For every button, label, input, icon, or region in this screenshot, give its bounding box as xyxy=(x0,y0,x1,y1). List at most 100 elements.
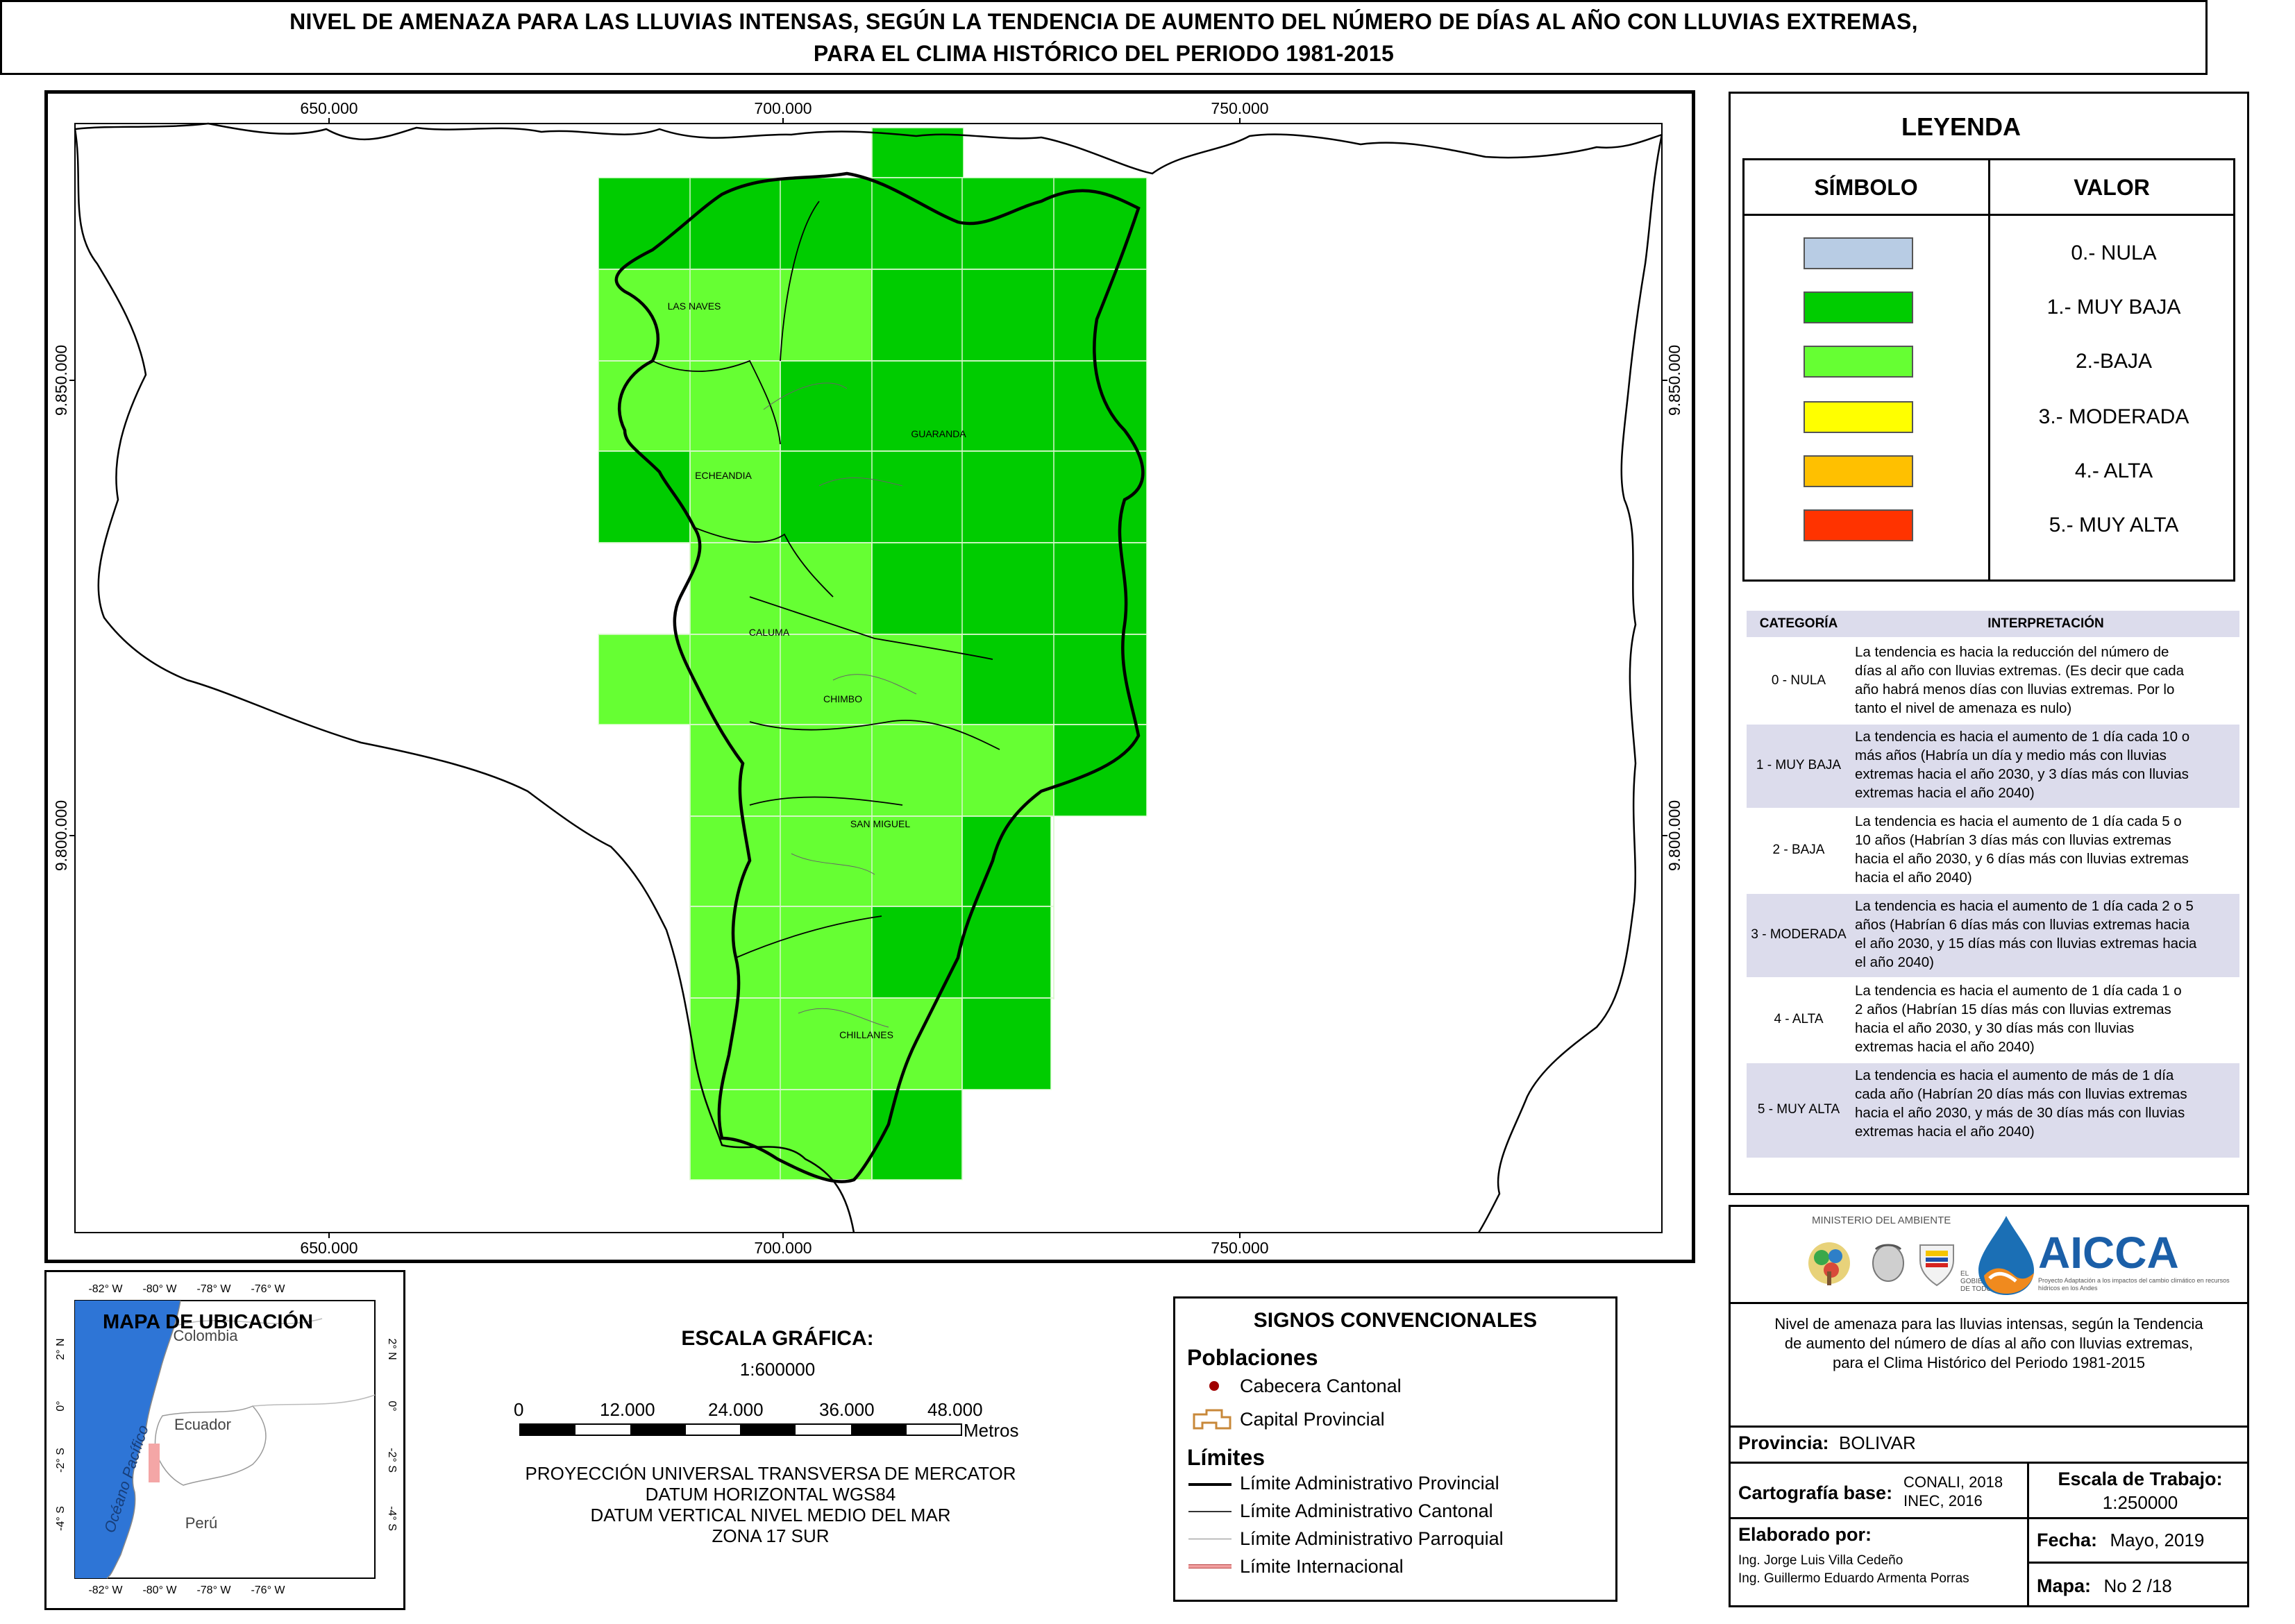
category-row: 3 - MODERADA La tendencia es hacia el au… xyxy=(1747,894,2239,977)
scale-tick: 24.000 xyxy=(708,1399,764,1420)
cartografia-line: CONALI, 2018 xyxy=(1903,1473,2003,1491)
mapa-row: Mapa: No 2 /18 xyxy=(2037,1575,2172,1597)
scale-tick: 48.000 xyxy=(927,1399,983,1420)
signs-capital: Capital Provincial xyxy=(1240,1409,1385,1430)
interpretation-line: La tendencia es hacia el aumento de 1 dí… xyxy=(1855,729,2190,745)
interpretation-line: cada año (Habrían 20 días más con lluvia… xyxy=(1855,1086,2187,1102)
place-label: CHIMBO xyxy=(823,693,862,704)
lat-tick: -2° S xyxy=(55,1448,67,1473)
signs-lim-provincial: Límite Administrativo Provincial xyxy=(1240,1473,1499,1494)
grid-cell-muy-baja xyxy=(961,634,1148,725)
escala-label: Escala de Trabajo: xyxy=(2058,1469,2223,1489)
signs-limites: Límites xyxy=(1187,1445,1266,1470)
interpretation-line: año habrá menos días con lluvias extrema… xyxy=(1855,682,2175,697)
grid-cell-baja xyxy=(689,542,873,635)
category-row: 0 - NULA La tendencia es hacia la reducc… xyxy=(1747,640,2239,723)
lon-tick: -80° W xyxy=(142,1584,177,1596)
interpretation-line: extremas hacia el año 2040) xyxy=(1855,1039,2035,1055)
grid-cell-muy-baja xyxy=(871,1089,963,1181)
provincial-line-icon xyxy=(1188,1483,1231,1486)
elaborado-label: Elaborado por: xyxy=(1738,1524,1872,1545)
description-line: Nivel de amenaza para las lluvias intens… xyxy=(1774,1315,2203,1333)
x-tick-bottom: 700.000 xyxy=(754,1239,812,1257)
interpretation-line: La tendencia es hacia el aumento de 1 dí… xyxy=(1855,898,2194,914)
category-row: 4 - ALTA La tendencia es hacia el aument… xyxy=(1747,979,2239,1062)
scale-bar xyxy=(519,1423,962,1436)
legend-value: 3.- MODERADA xyxy=(2038,405,2189,428)
legend-value: 4.- ALTA xyxy=(2074,459,2153,482)
grid-cell-muy-baja xyxy=(871,906,1052,999)
lon-tick: -76° W xyxy=(251,1584,285,1596)
y-tick-right: 9.800.000 xyxy=(1665,800,1683,871)
interpretation-line: La tendencia es hacia el aumento de 1 dí… xyxy=(1855,983,2182,999)
legend-col-symbol: SÍMBOLO xyxy=(1814,174,1918,200)
place-label: GUARANDA xyxy=(911,428,966,439)
place-label: ECHEANDIA xyxy=(695,470,752,481)
category-name: 2 - BAJA xyxy=(1772,843,1825,857)
y-tick-left: 9.800.000 xyxy=(52,800,70,871)
signs-lim-parroquial: Límite Administrativo Parroquial xyxy=(1240,1528,1504,1549)
projection-block: PROYECCIÓN UNIVERSAL TRANSVERSA DE MERCA… xyxy=(486,1463,1055,1546)
legend-col-divider xyxy=(1988,158,1990,582)
signs-lim-internacional: Límite Internacional xyxy=(1240,1556,1404,1577)
mapa-value: No 2 /18 xyxy=(2103,1575,2172,1596)
elaborado-line: Ing. Jorge Luis Villa Cedeño xyxy=(1738,1553,1903,1568)
lon-tick: -82° W xyxy=(88,1283,123,1295)
category-row: 5 - MUY ALTA La tendencia es hacia el au… xyxy=(1747,1063,2239,1158)
grid-cell-muy-baja xyxy=(871,542,1148,635)
provincia-value: BOLIVAR xyxy=(1839,1432,1916,1453)
interpretation-line: hacia el año 2030, y más de 30 días más … xyxy=(1855,1105,2185,1121)
x-tick-top: 750.000 xyxy=(1211,99,1268,117)
cartografia-label: Cartografía base: xyxy=(1738,1482,1893,1503)
lat-tick: 0° xyxy=(55,1401,67,1411)
projection-line: DATUM VERTICAL NIVEL MEDIO DEL MAR xyxy=(590,1505,951,1525)
lat-tick: 2° N xyxy=(55,1338,67,1360)
interpretation-line: días al año con lluvias extremas. (Es de… xyxy=(1855,663,2185,679)
projection-line: PROYECCIÓN UNIVERSAL TRANSVERSA DE MERCA… xyxy=(525,1463,1016,1484)
fecha-value: Mayo, 2019 xyxy=(2110,1530,2205,1550)
ministry-label: MINISTERIO DEL AMBIENTE xyxy=(1812,1215,1951,1226)
interpretation-line: La tendencia es hacia el aumento de 1 dí… xyxy=(1855,813,2182,829)
y-tick-left: 9.850.000 xyxy=(52,345,70,416)
interpretation-line: extremas hacia el año 2040) xyxy=(1855,1124,2035,1140)
scale-tick: 36.000 xyxy=(819,1399,875,1420)
projection-line: DATUM HORIZONTAL WGS84 xyxy=(645,1484,896,1505)
description-line: para el Clima Histórico del Periodo 1981… xyxy=(1832,1354,2146,1371)
category-name: 4 - ALTA xyxy=(1774,1012,1824,1026)
legend-swatch-moderada xyxy=(1804,401,1913,433)
legend-swatch-alta xyxy=(1804,455,1913,487)
scale-unit: Metros xyxy=(964,1420,1019,1441)
lon-tick: -76° W xyxy=(251,1283,285,1295)
category-row: 1 - MUY BAJA La tendencia es hacia el au… xyxy=(1747,725,2239,808)
legend-title: LEYENDA xyxy=(1901,112,2021,141)
grid-cell-baja xyxy=(689,906,873,999)
international-line-icon xyxy=(1188,1564,1231,1568)
aicca-subtitle: Proyecto Adaptación a los impactos del c… xyxy=(2038,1277,2230,1292)
signs-poblaciones: Poblaciones xyxy=(1187,1345,1318,1370)
interpretation-line: hacia el año 2030, y 6 días más con lluv… xyxy=(1855,851,2189,867)
label-peru: Perú xyxy=(185,1514,217,1532)
place-label: CALUMA xyxy=(749,627,790,638)
aicca-logo-text: AICCA xyxy=(2038,1228,2179,1278)
cartografia-line: INEC, 2016 xyxy=(1903,1492,1983,1509)
grid-cell-muy-baja xyxy=(871,269,1148,362)
grid-cell-baja xyxy=(689,815,963,907)
legend-swatch-muy-baja xyxy=(1804,291,1913,323)
legend-swatch-baja xyxy=(1804,346,1913,378)
x-tick-top: 650.000 xyxy=(300,99,358,117)
location-map: MAPA DE UBICACIÓN Colombia Ecuador Perú … xyxy=(55,1283,398,1596)
legend-swatch-muy-alta xyxy=(1804,509,1913,541)
interpretation-line: años (Habrían 6 días más con lluvias ext… xyxy=(1855,917,2189,933)
signs-title: SIGNOS CONVENCIONALES xyxy=(1253,1309,1538,1332)
lat-tick: -4° S xyxy=(55,1506,67,1531)
legend-value: 2.-BAJA xyxy=(2075,350,2153,373)
signs-cabecera: Cabecera Cantonal xyxy=(1240,1376,1402,1396)
fecha-row: Fecha: Mayo, 2019 xyxy=(2037,1530,2204,1551)
legend-swatch-nula xyxy=(1804,237,1913,269)
lon-tick: -80° W xyxy=(142,1283,177,1295)
escala-value: 1:250000 xyxy=(2102,1492,2178,1513)
label-colombia: Colombia xyxy=(174,1327,239,1344)
interpretation-line: extremas hacia el año 2030, y 3 días más… xyxy=(1855,766,2189,782)
aicca-drop-icon xyxy=(1978,1216,2034,1295)
interpretation-col-header: INTERPRETACIÓN xyxy=(1987,616,2104,631)
